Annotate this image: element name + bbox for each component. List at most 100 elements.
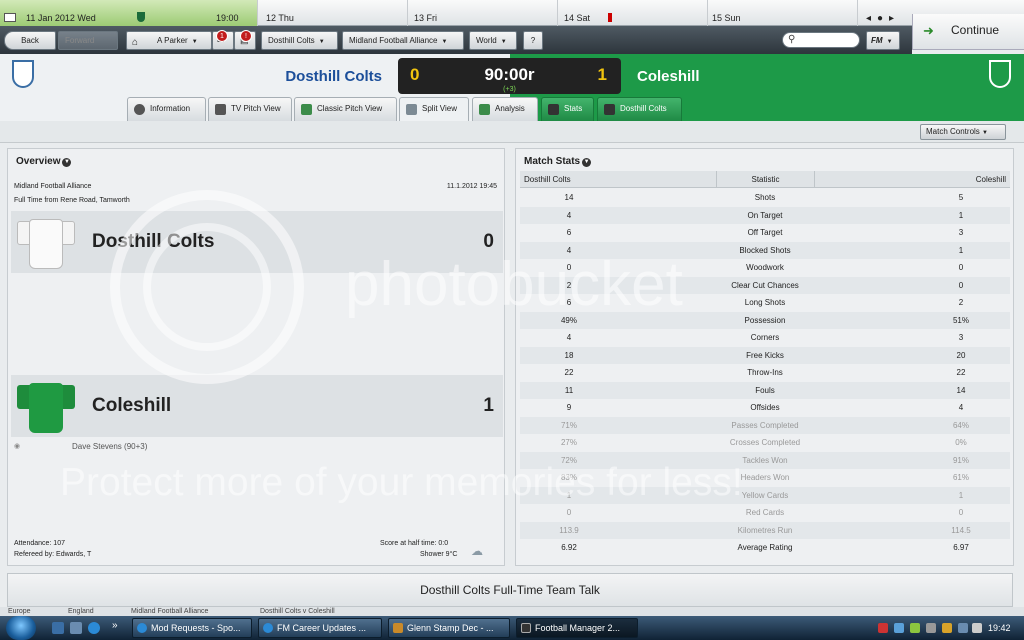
tab-analysis[interactable]: Analysis: [472, 97, 538, 121]
tab-classic-pitch-view[interactable]: Classic Pitch View: [294, 97, 397, 121]
stats-row: 0 Woodwork 0: [520, 259, 1010, 277]
stats-row: 2 Clear Cut Chances 0: [520, 276, 1010, 294]
calendar-day[interactable]: 12 Thu: [258, 0, 408, 26]
stat-name: Corners: [750, 333, 780, 342]
stats-header-away[interactable]: Coleshill: [815, 171, 1010, 188]
manager-menu[interactable]: ⌂ A Parker ▼: [126, 31, 212, 50]
calendar-nav-icon[interactable]: ◂●▸: [866, 13, 900, 24]
tray-network-icon[interactable]: [894, 623, 904, 633]
tab-split-view[interactable]: Split View: [399, 97, 469, 122]
stats-row: 4 Blocked Shots 1: [520, 241, 1010, 259]
stat-home-value: 0: [566, 508, 572, 517]
show-desktop-icon[interactable]: [52, 622, 64, 634]
stats-row: 14 Shots 5: [520, 189, 1010, 207]
help-button[interactable]: ?: [523, 31, 543, 50]
tray-app-icon[interactable]: [910, 623, 920, 633]
tray-app-icon[interactable]: [942, 623, 952, 633]
browser-icon[interactable]: [88, 622, 100, 634]
search-icon: ⚲: [788, 34, 796, 45]
alerts-badge: !: [240, 30, 252, 42]
breadcrumb-item[interactable]: Dosthill Colts v Coleshill: [260, 607, 335, 616]
system-clock[interactable]: 19:42: [988, 616, 1011, 640]
info-icon: [134, 104, 145, 115]
breadcrumb-item[interactable]: England: [68, 607, 94, 616]
more-icon[interactable]: »: [112, 620, 124, 632]
search-input[interactable]: ⚲: [782, 32, 860, 48]
match-stats-panel: Match Stats ▼ Dosthill Colts Statistic Co…: [515, 148, 1014, 566]
tab-dosthill-colts[interactable]: Dosthill Colts: [597, 97, 682, 121]
stats-row: 6 Long Shots 2: [520, 294, 1010, 312]
scoreboard: 0 90:00r 1 (+3): [398, 58, 621, 94]
calendar-day[interactable]: 13 Fri: [408, 0, 558, 26]
world-menu[interactable]: World ▼: [469, 31, 517, 50]
league-menu[interactable]: Midland Football Alliance ▼: [342, 31, 464, 50]
taskbar-item[interactable]: Football Manager 2...: [516, 618, 638, 638]
chevron-down-icon: ▼: [441, 39, 448, 45]
taskbar-item[interactable]: Mod Requests - Spo...: [132, 618, 252, 638]
browser-icon: [263, 623, 273, 633]
referee-text[interactable]: Refereed by: Edwards, T: [14, 551, 91, 558]
tray-app-icon[interactable]: [972, 623, 982, 633]
stats-header-home[interactable]: Dosthill Colts: [520, 171, 717, 188]
stat-away-value: 0: [958, 508, 964, 517]
stat-name: Shots: [754, 193, 776, 202]
home-kit-icon: [17, 219, 75, 269]
calendar-today[interactable]: 11 Jan 2012 Wed 19:00: [0, 0, 258, 26]
stat-away-value: 1: [958, 245, 964, 255]
team-talk-button[interactable]: Dosthill Colts Full-Time Team Talk: [7, 573, 1013, 607]
start-button[interactable]: [6, 616, 36, 640]
tab-label: Stats: [564, 104, 583, 113]
stat-away-value: 2: [958, 298, 964, 307]
match-controls-button[interactable]: Match Controls ▼: [920, 124, 1006, 140]
pitch-icon: [301, 104, 312, 115]
overview-panel: Overview ▼ Midland Football Alliance 11.1…: [7, 148, 505, 566]
stat-home-value: 9: [566, 403, 572, 412]
competition-name[interactable]: Midland Football Alliance: [14, 183, 91, 190]
taskbar-item[interactable]: FM Career Updates ...: [258, 618, 382, 638]
stats-header-statistic[interactable]: Statistic: [717, 171, 815, 188]
tray-volume-icon[interactable]: [958, 623, 968, 633]
taskbar-item[interactable]: Glenn Stamp Dec - ...: [388, 618, 510, 638]
forward-button[interactable]: Forward: [58, 31, 118, 50]
taskbar-item-label: Glenn Stamp Dec - ...: [407, 623, 494, 633]
chevron-down-icon: ▼: [500, 39, 507, 45]
tray-alert-icon[interactable]: [878, 623, 888, 633]
calendar-day[interactable]: 15 Sun: [708, 0, 858, 26]
weather-text: Shower 9°C: [420, 551, 458, 558]
away-team-name[interactable]: Coleshill: [637, 68, 700, 85]
stat-home-value: 22: [564, 368, 574, 377]
away-team-label[interactable]: Coleshill: [92, 395, 171, 417]
document-icon: [393, 623, 403, 633]
home-team-label[interactable]: Dosthill Colts: [92, 231, 214, 253]
tab-tv-pitch-view[interactable]: TV Pitch View: [208, 97, 292, 121]
home-team-name[interactable]: Dosthill Colts: [200, 68, 382, 85]
tab-label: TV Pitch View: [231, 104, 281, 113]
stats-row: 6 Off Target 3: [520, 224, 1010, 242]
stat-away-value: 0%: [955, 438, 967, 447]
stat-home-value: 27%: [560, 438, 577, 447]
goal-scorer[interactable]: Dave Stevens (90+3): [72, 442, 147, 451]
event-marker-icon: [608, 13, 612, 22]
back-button[interactable]: Back: [4, 31, 56, 50]
away-kit-icon: [17, 383, 75, 433]
breadcrumb-item[interactable]: Midland Football Alliance: [131, 607, 208, 616]
switch-windows-icon[interactable]: [70, 622, 82, 634]
help-icon: ?: [530, 36, 536, 45]
club-menu[interactable]: Dosthill Colts ▼: [261, 31, 338, 50]
continue-button[interactable]: ➜ Continue: [912, 14, 1024, 50]
stat-away-value: 64%: [952, 420, 969, 430]
tab-information[interactable]: Information: [127, 97, 206, 121]
calendar-day[interactable]: 14 Sat: [558, 0, 708, 26]
stat-away-value: 61%: [952, 473, 969, 482]
fm-menu[interactable]: FM ▼: [866, 31, 900, 50]
breadcrumb-item[interactable]: Europe: [8, 607, 31, 616]
calendar-icon[interactable]: [4, 13, 16, 22]
stats-header-row: Dosthill Colts Statistic Coleshill: [520, 171, 1010, 188]
stat-away-value: 0: [958, 263, 964, 272]
tab-stats[interactable]: Stats: [541, 97, 594, 121]
tray-app-icon[interactable]: [926, 623, 936, 633]
away-team-score: 1: [483, 395, 494, 416]
chevron-down-icon: ▼: [886, 39, 893, 45]
match-stats-title[interactable]: Match Stats ▼: [524, 156, 592, 167]
overview-title[interactable]: Overview ▼: [16, 156, 72, 167]
